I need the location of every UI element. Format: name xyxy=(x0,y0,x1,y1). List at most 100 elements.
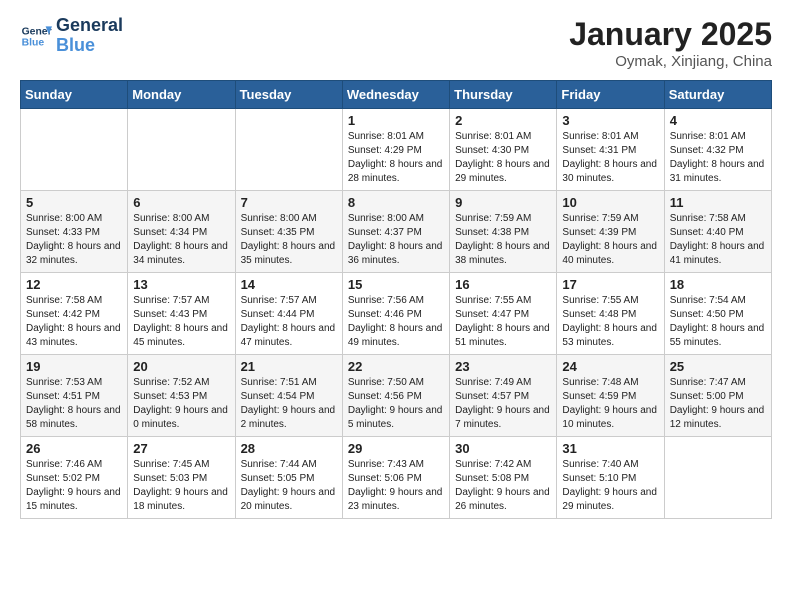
day-info: Sunrise: 7:59 AMSunset: 4:38 PMDaylight:… xyxy=(455,212,551,268)
day-number: 22 xyxy=(348,359,444,374)
calendar-day-cell: 2Sunrise: 8:01 AMSunset: 4:30 PMDaylight… xyxy=(450,109,557,191)
day-info: Sunrise: 7:55 AMSunset: 4:48 PMDaylight:… xyxy=(562,294,658,350)
day-number: 5 xyxy=(26,195,122,210)
day-info: Sunrise: 8:00 AMSunset: 4:34 PMDaylight:… xyxy=(133,212,229,268)
calendar-day-cell: 1Sunrise: 8:01 AMSunset: 4:29 PMDaylight… xyxy=(342,109,449,191)
calendar-day-cell: 30 Sunrise: 7:42 AMSunset: 5:08 PMDayligh… xyxy=(450,437,557,519)
day-info: Sunrise: 7:47 AMSunset: 5:00 PMDaylight:… xyxy=(670,376,766,432)
day-info: Sunrise: 7:57 AMSunset: 4:43 PMDaylight:… xyxy=(133,294,229,350)
day-info: Sunrise: 7:44 AMSunset: 5:05 PMDaylight:… xyxy=(241,458,337,514)
day-number: 12 xyxy=(26,277,122,292)
day-info: Sunrise: 8:01 AMSunset: 4:32 PMDaylight:… xyxy=(670,130,766,186)
day-number: 6 xyxy=(133,195,229,210)
logo-icon: General Blue xyxy=(20,20,52,52)
day-number: 19 xyxy=(26,359,122,374)
calendar-day-cell xyxy=(21,109,128,191)
calendar-day-cell xyxy=(664,437,771,519)
calendar-day-cell: 27Sunrise: 7:45 AMSunset: 5:03 PMDayligh… xyxy=(128,437,235,519)
day-info: Sunrise: 7:58 AMSunset: 4:42 PMDaylight:… xyxy=(26,294,122,350)
logo: General Blue General Blue xyxy=(20,16,123,56)
day-number: 9 xyxy=(455,195,551,210)
day-info: Sunrise: 7:56 AMSunset: 4:46 PMDaylight:… xyxy=(348,294,444,350)
calendar-day-cell: 29 Sunrise: 7:43 AMSunset: 5:06 PMDayligh… xyxy=(342,437,449,519)
calendar-day-cell: 16Sunrise: 7:55 AMSunset: 4:47 PMDayligh… xyxy=(450,273,557,355)
location: Oymak, Xinjiang, China xyxy=(569,53,772,70)
day-number: 28 xyxy=(241,441,337,456)
calendar-week-row: 19 Sunrise: 7:53 AMSunset: 4:51 PMDayligh… xyxy=(21,355,772,437)
header: General Blue General Blue January 2025 O… xyxy=(20,16,772,70)
day-info: Sunrise: 7:50 AMSunset: 4:56 PMDaylight:… xyxy=(348,376,444,432)
day-info: Sunrise: 8:00 AMSunset: 4:37 PMDaylight:… xyxy=(348,212,444,268)
calendar-day-cell: 6 Sunrise: 8:00 AMSunset: 4:34 PMDaylight… xyxy=(128,191,235,273)
calendar-day-cell: 23 Sunrise: 7:49 AMSunset: 4:57 PMDayligh… xyxy=(450,355,557,437)
calendar-day-cell: 9 Sunrise: 7:59 AMSunset: 4:38 PMDaylight… xyxy=(450,191,557,273)
calendar-day-cell: 22 Sunrise: 7:50 AMSunset: 4:56 PMDayligh… xyxy=(342,355,449,437)
day-info: Sunrise: 8:00 AMSunset: 4:35 PMDaylight:… xyxy=(241,212,337,268)
day-info: Sunrise: 7:45 AMSunset: 5:03 PMDaylight:… xyxy=(133,458,229,514)
svg-text:Blue: Blue xyxy=(22,37,45,48)
day-number: 29 xyxy=(348,441,444,456)
calendar-day-cell: 7 Sunrise: 8:00 AMSunset: 4:35 PMDaylight… xyxy=(235,191,342,273)
calendar-day-cell: 13 Sunrise: 7:57 AMSunset: 4:43 PMDayligh… xyxy=(128,273,235,355)
calendar-day-cell xyxy=(128,109,235,191)
calendar-header-row: SundayMondayTuesdayWednesdayThursdayFrid… xyxy=(21,81,772,109)
day-info: Sunrise: 7:48 AMSunset: 4:59 PMDaylight:… xyxy=(562,376,658,432)
calendar-day-cell: 5 Sunrise: 8:00 AMSunset: 4:33 PMDaylight… xyxy=(21,191,128,273)
day-of-week-header: Monday xyxy=(128,81,235,109)
day-info: Sunrise: 7:46 AMSunset: 5:02 PMDaylight:… xyxy=(26,458,122,514)
calendar-week-row: 12 Sunrise: 7:58 AMSunset: 4:42 PMDayligh… xyxy=(21,273,772,355)
calendar-day-cell: 24 Sunrise: 7:48 AMSunset: 4:59 PMDayligh… xyxy=(557,355,664,437)
day-number: 30 xyxy=(455,441,551,456)
calendar-day-cell: 25 Sunrise: 7:47 AMSunset: 5:00 PMDayligh… xyxy=(664,355,771,437)
day-number: 23 xyxy=(455,359,551,374)
calendar-day-cell: 18Sunrise: 7:54 AMSunset: 4:50 PMDayligh… xyxy=(664,273,771,355)
day-info: Sunrise: 8:01 AMSunset: 4:29 PMDaylight:… xyxy=(348,130,444,186)
calendar-day-cell: 19 Sunrise: 7:53 AMSunset: 4:51 PMDayligh… xyxy=(21,355,128,437)
day-info: Sunrise: 7:52 AMSunset: 4:53 PMDaylight:… xyxy=(133,376,229,432)
day-info: Sunrise: 7:51 AMSunset: 4:54 PMDaylight:… xyxy=(241,376,337,432)
calendar-day-cell: 14 Sunrise: 7:57 AMSunset: 4:44 PMDayligh… xyxy=(235,273,342,355)
day-info: Sunrise: 7:49 AMSunset: 4:57 PMDaylight:… xyxy=(455,376,551,432)
day-of-week-header: Friday xyxy=(557,81,664,109)
calendar-day-cell: 10 Sunrise: 7:59 AMSunset: 4:39 PMDayligh… xyxy=(557,191,664,273)
title-block: January 2025 Oymak, Xinjiang, China xyxy=(569,16,772,70)
day-number: 4 xyxy=(670,113,766,128)
calendar-day-cell: 28 Sunrise: 7:44 AMSunset: 5:05 PMDayligh… xyxy=(235,437,342,519)
day-number: 25 xyxy=(670,359,766,374)
calendar-day-cell: 21 Sunrise: 7:51 AMSunset: 4:54 PMDayligh… xyxy=(235,355,342,437)
calendar-day-cell: 12 Sunrise: 7:58 AMSunset: 4:42 PMDayligh… xyxy=(21,273,128,355)
calendar-day-cell: 20 Sunrise: 7:52 AMSunset: 4:53 PMDayligh… xyxy=(128,355,235,437)
day-of-week-header: Thursday xyxy=(450,81,557,109)
day-number: 7 xyxy=(241,195,337,210)
calendar-day-cell xyxy=(235,109,342,191)
month-title: January 2025 xyxy=(569,16,772,53)
day-number: 2 xyxy=(455,113,551,128)
calendar-week-row: 5 Sunrise: 8:00 AMSunset: 4:33 PMDaylight… xyxy=(21,191,772,273)
calendar-day-cell: 8Sunrise: 8:00 AMSunset: 4:37 PMDaylight… xyxy=(342,191,449,273)
day-number: 20 xyxy=(133,359,229,374)
day-number: 14 xyxy=(241,277,337,292)
day-of-week-header: Saturday xyxy=(664,81,771,109)
calendar-day-cell: 15 Sunrise: 7:56 AMSunset: 4:46 PMDayligh… xyxy=(342,273,449,355)
day-number: 24 xyxy=(562,359,658,374)
day-info: Sunrise: 8:00 AMSunset: 4:33 PMDaylight:… xyxy=(26,212,122,268)
day-number: 31 xyxy=(562,441,658,456)
day-number: 3 xyxy=(562,113,658,128)
day-number: 13 xyxy=(133,277,229,292)
calendar-day-cell: 17 Sunrise: 7:55 AMSunset: 4:48 PMDayligh… xyxy=(557,273,664,355)
day-info: Sunrise: 7:58 AMSunset: 4:40 PMDaylight:… xyxy=(670,212,766,268)
day-info: Sunrise: 7:53 AMSunset: 4:51 PMDaylight:… xyxy=(26,376,122,432)
day-of-week-header: Tuesday xyxy=(235,81,342,109)
day-number: 15 xyxy=(348,277,444,292)
day-number: 17 xyxy=(562,277,658,292)
day-info: Sunrise: 7:40 AMSunset: 5:10 PMDaylight:… xyxy=(562,458,658,514)
calendar-day-cell: 3Sunrise: 8:01 AMSunset: 4:31 PMDaylight… xyxy=(557,109,664,191)
day-info: Sunrise: 7:43 AMSunset: 5:06 PMDaylight:… xyxy=(348,458,444,514)
day-number: 10 xyxy=(562,195,658,210)
day-info: Sunrise: 7:55 AMSunset: 4:47 PMDaylight:… xyxy=(455,294,551,350)
day-number: 21 xyxy=(241,359,337,374)
day-info: Sunrise: 7:59 AMSunset: 4:39 PMDaylight:… xyxy=(562,212,658,268)
day-info: Sunrise: 7:57 AMSunset: 4:44 PMDaylight:… xyxy=(241,294,337,350)
day-info: Sunrise: 7:42 AMSunset: 5:08 PMDaylight:… xyxy=(455,458,551,514)
day-number: 11 xyxy=(670,195,766,210)
